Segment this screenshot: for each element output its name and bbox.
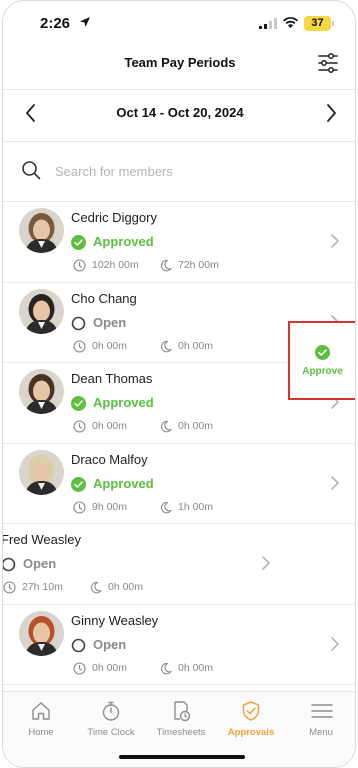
member-name: Fred Weasley <box>2 532 81 547</box>
open-circle-icon <box>71 316 86 330</box>
clock-icon <box>73 259 86 272</box>
moon-icon <box>160 259 172 272</box>
battery-tip <box>332 21 334 26</box>
regular-hours: 9h 00m <box>92 500 128 513</box>
wifi-icon <box>283 17 298 28</box>
status-badge: Open <box>23 556 57 571</box>
moon-icon <box>160 420 172 433</box>
moon-icon <box>160 662 172 674</box>
member-name: Draco Malfoy <box>71 451 148 467</box>
approve-button[interactable]: Approve <box>288 321 355 400</box>
stopwatch-icon <box>102 701 120 721</box>
check-circle-icon <box>71 235 86 250</box>
regular-hours: 27h 10m <box>22 581 63 593</box>
overtime-hours: 0h 00m <box>178 661 214 674</box>
divider <box>3 141 355 142</box>
overtime-hours: 72h 00m <box>178 259 219 271</box>
chevron-right-icon[interactable] <box>321 101 341 125</box>
open-circle-icon <box>71 638 86 652</box>
clock-icon <box>3 581 16 594</box>
chevron-right-icon <box>331 636 339 651</box>
home-icon <box>32 702 50 720</box>
member-avatar <box>19 449 64 495</box>
location-arrow-icon <box>80 17 90 27</box>
regular-hours: 0h 00m <box>92 339 128 352</box>
tab-menu[interactable]: Menu <box>286 698 355 742</box>
moon-icon <box>160 340 172 352</box>
search-input[interactable] <box>55 159 325 183</box>
member-search <box>3 145 355 197</box>
clock-icon <box>73 420 86 433</box>
chevron-right-icon <box>331 234 339 248</box>
pay-period-selector: Oct 14 - Oct 20, 2024 <box>3 97 355 129</box>
status-badge: Approved <box>93 395 154 410</box>
check-circle-icon <box>71 476 86 492</box>
member-avatar <box>19 610 64 656</box>
divider <box>3 89 355 90</box>
check-circle-icon <box>315 345 330 360</box>
clock-icon <box>73 339 86 353</box>
shield-check-icon <box>242 701 260 721</box>
timesheet-icon <box>174 701 191 722</box>
regular-hours: 102h 00m <box>92 259 139 271</box>
overtime-hours: 0h 00m <box>178 339 214 352</box>
member-name: Dean Thomas <box>71 371 153 386</box>
status-badge: Open <box>93 636 127 652</box>
filter-sliders-icon[interactable] <box>317 52 339 74</box>
regular-hours: 0h 00m <box>92 661 128 674</box>
tab-time-clock[interactable]: Time Clock <box>76 698 146 742</box>
battery-indicator: 37 <box>304 16 331 31</box>
member-name: Cho Chang <box>71 290 137 306</box>
status-time: 2:26 <box>40 15 71 32</box>
approve-label: Approve <box>302 366 343 377</box>
clock-icon <box>73 500 86 514</box>
hamburger-icon <box>311 704 333 718</box>
status-badge: Open <box>93 314 127 330</box>
tab-approvals[interactable]: Approvals <box>216 698 286 742</box>
overtime-hours: 0h 00m <box>108 581 144 593</box>
moon-icon <box>90 581 102 594</box>
member-row[interactable]: Ginny Weasley Open 0h 00m 0h 00m <box>3 604 355 685</box>
chevron-right-icon <box>262 556 270 570</box>
moon-icon <box>160 501 172 513</box>
tab-label: Timesheets <box>156 727 206 738</box>
tab-label: Menu <box>309 727 333 738</box>
page-title: Team Pay Periods <box>124 55 236 70</box>
home-indicator <box>119 755 245 759</box>
tab-label: Time Clock <box>87 727 135 738</box>
status-bar: 2:26 37 <box>3 1 355 47</box>
status-badge: Approved <box>93 475 154 491</box>
member-row[interactable]: Cedric Diggory Approved 102h 00m 72h 00m <box>3 202 355 283</box>
chevron-right-icon <box>331 475 339 490</box>
member-avatar <box>19 288 64 334</box>
member-avatar <box>19 208 64 253</box>
open-circle-icon <box>3 557 16 572</box>
clock-icon <box>73 661 86 675</box>
member-row[interactable]: Fred Weasley Open 27h 10m 0h 00m <box>2 524 355 605</box>
tab-label: Approvals <box>227 727 275 738</box>
overtime-hours: 0h 00m <box>178 420 214 432</box>
tab-label: Home <box>28 727 54 738</box>
app-screen: 2:26 37 Team Pay Periods Oct 14 - Oct 20… <box>2 0 356 768</box>
member-list: Cedric Diggory Approved 102h 00m 72h 00m… <box>2 202 355 685</box>
tab-home[interactable]: Home <box>6 698 76 742</box>
cellular-signal-icon <box>259 18 277 29</box>
regular-hours: 0h 00m <box>92 420 128 432</box>
tab-timesheets[interactable]: Timesheets <box>146 698 216 742</box>
member-row[interactable]: Draco Malfoy Approved 9h 00m 1h 00m <box>3 443 355 524</box>
overtime-hours: 1h 00m <box>178 500 214 513</box>
search-icon <box>22 161 41 180</box>
member-name: Cedric Diggory <box>71 210 157 225</box>
check-circle-icon <box>71 396 86 411</box>
status-badge: Approved <box>93 234 154 249</box>
pay-period-range: Oct 14 - Oct 20, 2024 <box>116 105 244 120</box>
member-name: Ginny Weasley <box>71 612 159 628</box>
member-avatar <box>19 369 64 414</box>
